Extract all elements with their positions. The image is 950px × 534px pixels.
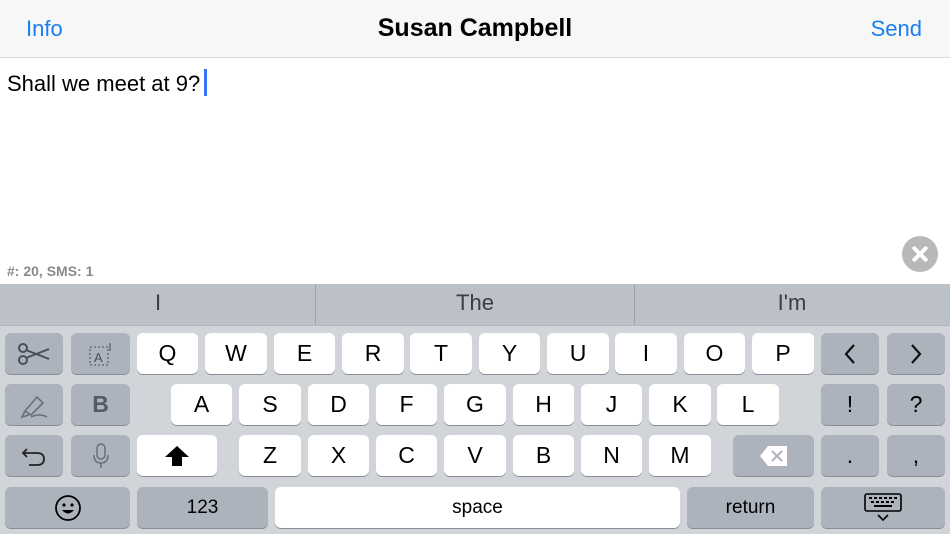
shift-button[interactable] xyxy=(137,435,217,476)
key-question[interactable]: ? xyxy=(887,384,945,425)
key-z[interactable]: Z xyxy=(239,435,301,476)
text-caret xyxy=(204,69,208,96)
keyboard-dismiss-icon xyxy=(864,492,902,521)
space-bar[interactable]: space xyxy=(275,487,680,528)
key-w[interactable]: W xyxy=(205,333,267,374)
key-e[interactable]: E xyxy=(274,333,335,374)
prediction-1[interactable]: I xyxy=(0,284,316,325)
backspace-button[interactable] xyxy=(733,435,814,476)
send-button[interactable]: Send xyxy=(871,16,922,42)
clear-icon[interactable] xyxy=(902,236,938,272)
dictation-button[interactable] xyxy=(71,435,130,476)
key-c[interactable]: C xyxy=(376,435,437,476)
chevron-right-icon xyxy=(911,343,922,364)
info-button[interactable]: Info xyxy=(26,16,63,42)
key-u[interactable]: U xyxy=(547,333,609,374)
bold-button[interactable]: B xyxy=(71,384,130,425)
key-x[interactable]: X xyxy=(308,435,369,476)
chevron-left-icon xyxy=(844,343,855,364)
key-b[interactable]: B xyxy=(513,435,574,476)
scissors-icon xyxy=(18,342,50,365)
key-s[interactable]: S xyxy=(239,384,301,425)
emoji-button[interactable] xyxy=(5,487,130,528)
key-a[interactable]: A xyxy=(171,384,232,425)
key-d[interactable]: D xyxy=(308,384,369,425)
key-y[interactable]: Y xyxy=(479,333,540,374)
text-select-icon: A xyxy=(88,342,111,366)
highlight-button[interactable] xyxy=(5,384,63,425)
key-g[interactable]: G xyxy=(444,384,506,425)
backspace-icon xyxy=(759,445,787,466)
select-all-button[interactable]: A xyxy=(71,333,130,374)
highlighter-icon xyxy=(20,395,48,418)
key-q[interactable]: Q xyxy=(137,333,198,374)
undo-icon xyxy=(21,447,45,466)
key-l[interactable]: L xyxy=(717,384,779,425)
emoji-icon xyxy=(54,494,81,521)
message-editor[interactable]: Shall we meet at 9? #: 20, SMS: 1 xyxy=(0,58,950,284)
key-n[interactable]: N xyxy=(581,435,642,476)
prediction-3[interactable]: I'm xyxy=(634,284,950,325)
key-k[interactable]: K xyxy=(649,384,711,425)
hide-keyboard-button[interactable] xyxy=(821,487,945,528)
key-p[interactable]: P xyxy=(752,333,814,374)
character-counter: #: 20, SMS: 1 xyxy=(7,263,94,279)
key-v[interactable]: V xyxy=(444,435,506,476)
message-text-line: Shall we meet at 9? xyxy=(7,69,208,97)
return-button[interactable]: return xyxy=(687,487,814,528)
message-text: Shall we meet at 9? xyxy=(7,71,201,96)
cursor-left-button[interactable] xyxy=(821,333,879,374)
key-m[interactable]: M xyxy=(649,435,711,476)
shift-arrow-icon xyxy=(165,445,189,466)
microphone-icon xyxy=(92,442,109,468)
key-t[interactable]: T xyxy=(410,333,472,374)
key-exclaim[interactable]: ! xyxy=(821,384,879,425)
prediction-2[interactable]: The xyxy=(316,284,634,325)
key-r[interactable]: R xyxy=(342,333,404,374)
key-h[interactable]: H xyxy=(513,384,574,425)
navigation-bar: Info Susan Campbell Send xyxy=(0,0,950,58)
numbers-button[interactable]: 123 xyxy=(137,487,268,528)
predictive-bar: I The I'm xyxy=(0,284,950,326)
svg-text:A: A xyxy=(94,350,103,365)
keyboard: I The I'm A Q W E R T Y U I O P B A S D … xyxy=(0,284,950,534)
key-o[interactable]: O xyxy=(684,333,745,374)
key-comma[interactable]: , xyxy=(887,435,945,476)
undo-button[interactable] xyxy=(5,435,63,476)
key-period[interactable]: . xyxy=(821,435,879,476)
key-f[interactable]: F xyxy=(376,384,437,425)
key-i[interactable]: I xyxy=(615,333,677,374)
contact-title: Susan Campbell xyxy=(377,14,573,42)
cut-button[interactable] xyxy=(5,333,63,374)
key-j[interactable]: J xyxy=(581,384,642,425)
cursor-right-button[interactable] xyxy=(887,333,945,374)
